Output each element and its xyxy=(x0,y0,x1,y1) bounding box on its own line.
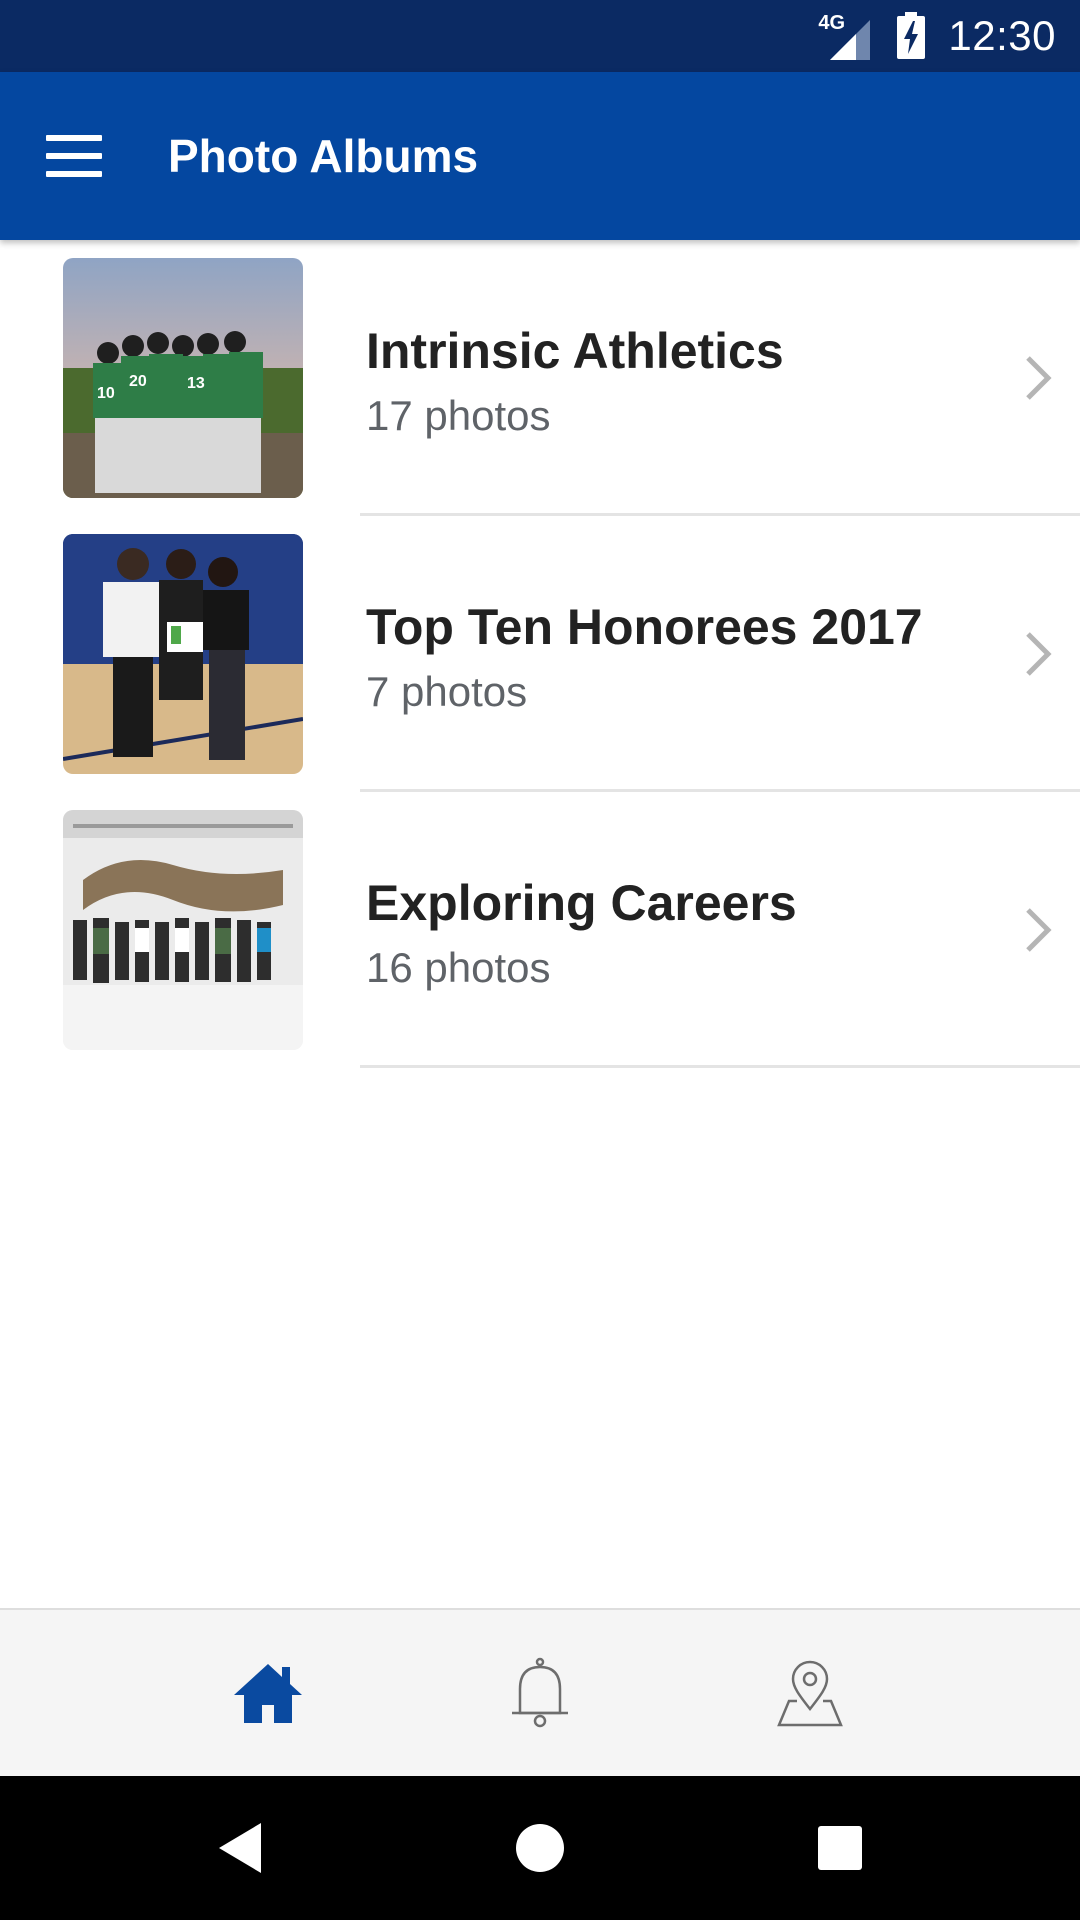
map-pin-icon xyxy=(777,1660,843,1727)
recents-button[interactable] xyxy=(790,1798,890,1898)
svg-text:10: 10 xyxy=(97,385,115,402)
album-list: 10 20 13 Intrinsic Athletics 17 photos T… xyxy=(0,240,1080,1068)
clock: 12:30 xyxy=(948,12,1056,59)
battery-charging-icon xyxy=(896,12,926,60)
album-item-intrinsic-athletics[interactable]: 10 20 13 Intrinsic Athletics 17 photos xyxy=(0,240,1080,516)
menu-line xyxy=(46,171,102,177)
album-photo-count: 17 photos xyxy=(366,392,551,439)
album-thumbnail xyxy=(63,534,303,774)
divider xyxy=(360,1065,1080,1068)
chevron-right-icon xyxy=(1026,356,1052,400)
app-bar: Photo Albums xyxy=(0,72,1080,240)
recents-icon xyxy=(818,1826,862,1870)
chevron-right-icon xyxy=(1026,632,1052,676)
album-item-exploring-careers[interactable]: Exploring Careers 16 photos xyxy=(0,792,1080,1068)
nav-home-button[interactable] xyxy=(208,1634,328,1754)
page-title: Photo Albums xyxy=(168,130,479,182)
album-title: Top Ten Honorees 2017 xyxy=(366,599,923,655)
album-thumbnail xyxy=(63,810,303,1050)
home-circle-icon xyxy=(516,1824,564,1872)
status-icons: 4G 12:30 xyxy=(818,0,1056,72)
bottom-navigation xyxy=(0,1608,1080,1776)
bell-icon xyxy=(512,1657,568,1728)
album-title: Exploring Careers xyxy=(366,875,797,931)
chevron-right-icon xyxy=(1026,908,1052,952)
signal-icon: 4G xyxy=(818,12,874,60)
status-bar: 4G 12:30 xyxy=(0,0,1080,72)
back-icon xyxy=(219,1823,261,1873)
hamburger-menu-icon[interactable] xyxy=(46,126,112,186)
home-circle-button[interactable] xyxy=(490,1798,590,1898)
album-thumbnail: 10 20 13 xyxy=(63,258,303,498)
menu-line xyxy=(46,153,102,159)
album-photo-count: 16 photos xyxy=(366,944,551,991)
home-icon xyxy=(234,1664,302,1723)
album-item-top-ten-honorees[interactable]: Top Ten Honorees 2017 7 photos xyxy=(0,516,1080,792)
nav-map-button[interactable] xyxy=(750,1634,870,1754)
screen: 4G 12:30 Photo Albums 10 20 13 Intrinsic… xyxy=(0,0,1080,1920)
svg-text:13: 13 xyxy=(187,375,205,392)
menu-line xyxy=(46,135,102,141)
album-title: Intrinsic Athletics xyxy=(366,323,784,379)
album-photo-count: 7 photos xyxy=(366,668,528,715)
back-button[interactable] xyxy=(190,1798,290,1898)
system-navigation-bar xyxy=(0,1776,1080,1920)
svg-text:20: 20 xyxy=(129,373,147,390)
nav-notifications-button[interactable] xyxy=(480,1634,600,1754)
